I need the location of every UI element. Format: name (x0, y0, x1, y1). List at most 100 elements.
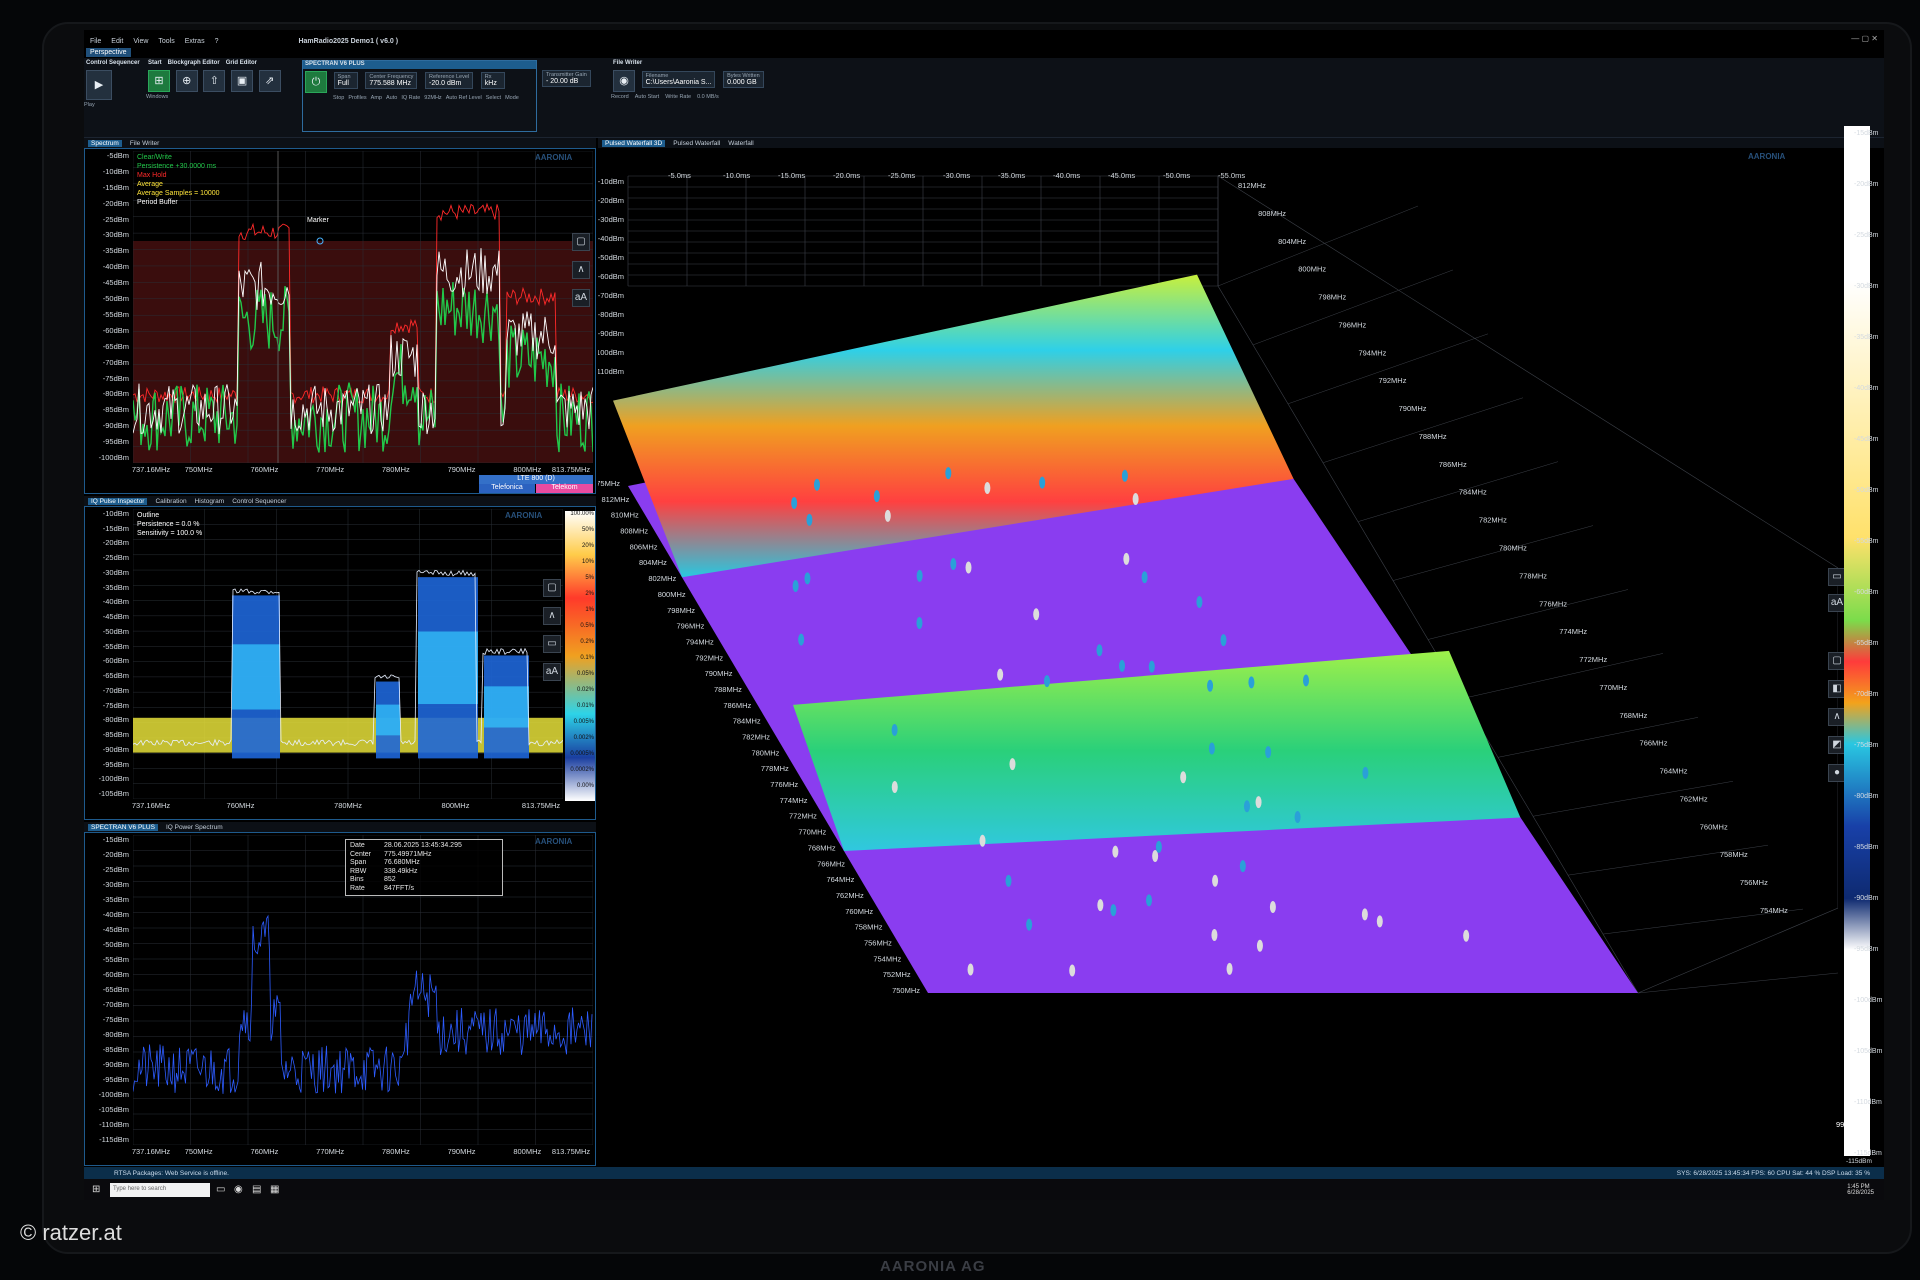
menu-help[interactable]: ? (215, 38, 219, 45)
filename-field[interactable]: Filename C:\Users\Aaronia S... (641, 71, 716, 88)
menu-extras[interactable]: Extras (185, 38, 205, 45)
mode-button[interactable]: Mode (505, 95, 519, 101)
taskbar-search-input[interactable]: Type here to search (110, 1182, 210, 1197)
iq-power-y-axis: -15dBm -20dBm -25dBm -30dBm -35dBm -40dBm -45d… (85, 833, 133, 1165)
task-view-icon[interactable]: ▭ (216, 1184, 228, 1196)
freq-left-tick: 804MHz (639, 558, 667, 567)
spectrum-y-tick: -65dBm (102, 341, 129, 351)
histogram-plot[interactable] (133, 509, 563, 799)
histogram-column-core (517, 686, 520, 728)
histogram-column-core (376, 704, 379, 736)
tab-iq-power-spectrum[interactable]: IQ Power Spectrum (166, 824, 223, 831)
tab-calibration[interactable]: Calibration (155, 498, 186, 505)
aaronia-logo: AARONIA (535, 837, 573, 846)
histogram-column-core (484, 686, 487, 728)
pulse-peak (1043, 675, 1050, 688)
waterfall-scale-tick: -25dBm (1854, 232, 1879, 239)
tab-control-sequencer[interactable]: Control Sequencer (232, 498, 286, 505)
legend-period-buffer[interactable]: Period Buffer (137, 198, 220, 207)
pulse-peak (1119, 659, 1126, 672)
transmitter-gain-field[interactable]: Transmitter Gain - 20.00 dB (542, 70, 591, 87)
tab-blockgraph-editor[interactable]: Blockgraph Editor (168, 60, 220, 68)
play-button[interactable]: ▶ (86, 70, 112, 100)
spectrum-x-tick: 770MHz (316, 465, 345, 474)
rbw-field[interactable]: Rx kHz (480, 72, 505, 89)
control-sequencer-group: Control Sequencer ▶ Play (84, 60, 144, 132)
tab-pulsed-waterfall[interactable]: Pulsed Waterfall (673, 140, 720, 147)
menu-file[interactable]: File (90, 38, 101, 45)
marker-tool-icon[interactable]: ∧ (543, 607, 561, 625)
folder-icon[interactable]: ▤ (252, 1184, 264, 1196)
edge-icon[interactable]: ◉ (234, 1184, 246, 1196)
pulse-peak (1220, 634, 1227, 647)
tab-start[interactable]: Start (148, 60, 162, 68)
histogram-column-core (244, 644, 247, 710)
select-tool-icon[interactable]: ▢ (543, 579, 561, 597)
marker-tool-icon[interactable]: ∧ (572, 261, 590, 279)
add-block-button[interactable]: ⊕ (175, 70, 198, 92)
waterfall-3d-plot[interactable]: -5.0ms -10.0ms -15.0ms -20.0ms -25.0ms -30.0m… (598, 148, 1838, 1166)
tab-spectrum[interactable]: Spectrum (88, 139, 122, 147)
menu-view[interactable]: View (133, 38, 148, 45)
iq-power-x-tick: 813.75MHz (551, 1147, 591, 1156)
freq-left-tick: 788MHz (714, 685, 742, 694)
windows-start-icon[interactable]: ⊞ (92, 1184, 104, 1196)
histogram-column-core (511, 686, 514, 728)
font-size-icon[interactable]: aA (572, 289, 590, 307)
reference-level-field[interactable]: Reference Level -20.0 dBm (425, 72, 474, 89)
spectrum-y-tick: -20dBm (102, 198, 129, 208)
menu-tools[interactable]: Tools (158, 38, 174, 45)
perspective-tab[interactable]: Perspective (86, 48, 131, 57)
iq-power-y-tick: -20dBm (102, 850, 129, 859)
record-button[interactable]: ◉ (613, 70, 635, 92)
histogram-scale-tick: 0.01% (576, 703, 594, 709)
tab-iq-pulse-inspector[interactable]: IQ Pulse Inspector (88, 497, 148, 505)
info-value: 338.49kHz (384, 867, 418, 875)
histogram-column-core (394, 704, 397, 736)
legend-max-hold[interactable]: Max Hold (137, 171, 220, 180)
marker-label[interactable]: Marker (307, 217, 329, 224)
histogram-column-core (493, 686, 496, 728)
tab-grid-editor[interactable]: Grid Editor (226, 60, 257, 68)
window-controls[interactable]: — ▢ ✕ (1851, 34, 1878, 43)
select-button[interactable]: Select (486, 95, 501, 101)
freq-right-tick: 786MHz (1439, 460, 1467, 469)
app-icon[interactable]: ▦ (270, 1184, 282, 1196)
tab-pulsed-waterfall-3d[interactable]: Pulsed Waterfall 3D (602, 139, 666, 147)
legend-average[interactable]: Average (137, 180, 220, 189)
spectrum-x-tick: 813.75MHz (551, 465, 591, 474)
auto-start-button[interactable]: Auto Start (635, 94, 659, 100)
tab-histogram[interactable]: Histogram (195, 498, 225, 505)
image-icon[interactable]: ▭ (543, 635, 561, 653)
font-size-icon[interactable]: aA (543, 663, 561, 681)
center-frequency-field[interactable]: Center Frequency 775.588 MHz (365, 72, 418, 89)
pulse-peak (1123, 552, 1130, 565)
profiles-label[interactable]: Profiles (348, 95, 366, 101)
windows-button[interactable]: ⊞ (148, 70, 170, 92)
export-icon[interactable]: ⇗ (258, 70, 281, 92)
stop-button[interactable]: ⏻ (305, 71, 327, 93)
freq-right-tick: 756MHz (1740, 878, 1768, 887)
upload-icon[interactable]: ⇧ (203, 70, 226, 92)
file-writer-title: File Writer (613, 60, 643, 66)
select-tool-icon[interactable]: ▢ (572, 233, 590, 251)
pulse-peak (1009, 758, 1016, 771)
legend-outline[interactable]: Outline (137, 511, 202, 520)
freq-right-tick: 778MHz (1519, 571, 1547, 580)
span-field[interactable]: Span Full (333, 72, 358, 89)
side-grid-line (1497, 717, 1699, 758)
auto-ref-level-button[interactable]: Auto Ref Level (446, 95, 482, 101)
status-bar: RTSA Packages: Web Service is offline. S… (84, 1167, 1884, 1179)
taskbar-clock[interactable]: 1:45 PM 6/28/2025 (1847, 1184, 1874, 1196)
tab-spectran-v6-plus[interactable]: SPECTRAN V6 PLUS (88, 823, 158, 831)
iq-rate-value[interactable]: 92MHz (424, 95, 441, 101)
save-icon[interactable]: ▣ (231, 70, 254, 92)
freq-right-tick: 788MHz (1419, 432, 1447, 441)
spectrum-y-tick: -35dBm (102, 246, 129, 256)
amp-label[interactable]: Amp (371, 95, 382, 101)
tab-file-writer[interactable]: File Writer (130, 140, 160, 147)
tab-waterfall[interactable]: Waterfall (728, 140, 753, 147)
menu-edit[interactable]: Edit (111, 38, 123, 45)
legend-clear-write[interactable]: Clear/Write (137, 153, 220, 162)
histogram-y-tick: -90dBm (102, 744, 129, 754)
